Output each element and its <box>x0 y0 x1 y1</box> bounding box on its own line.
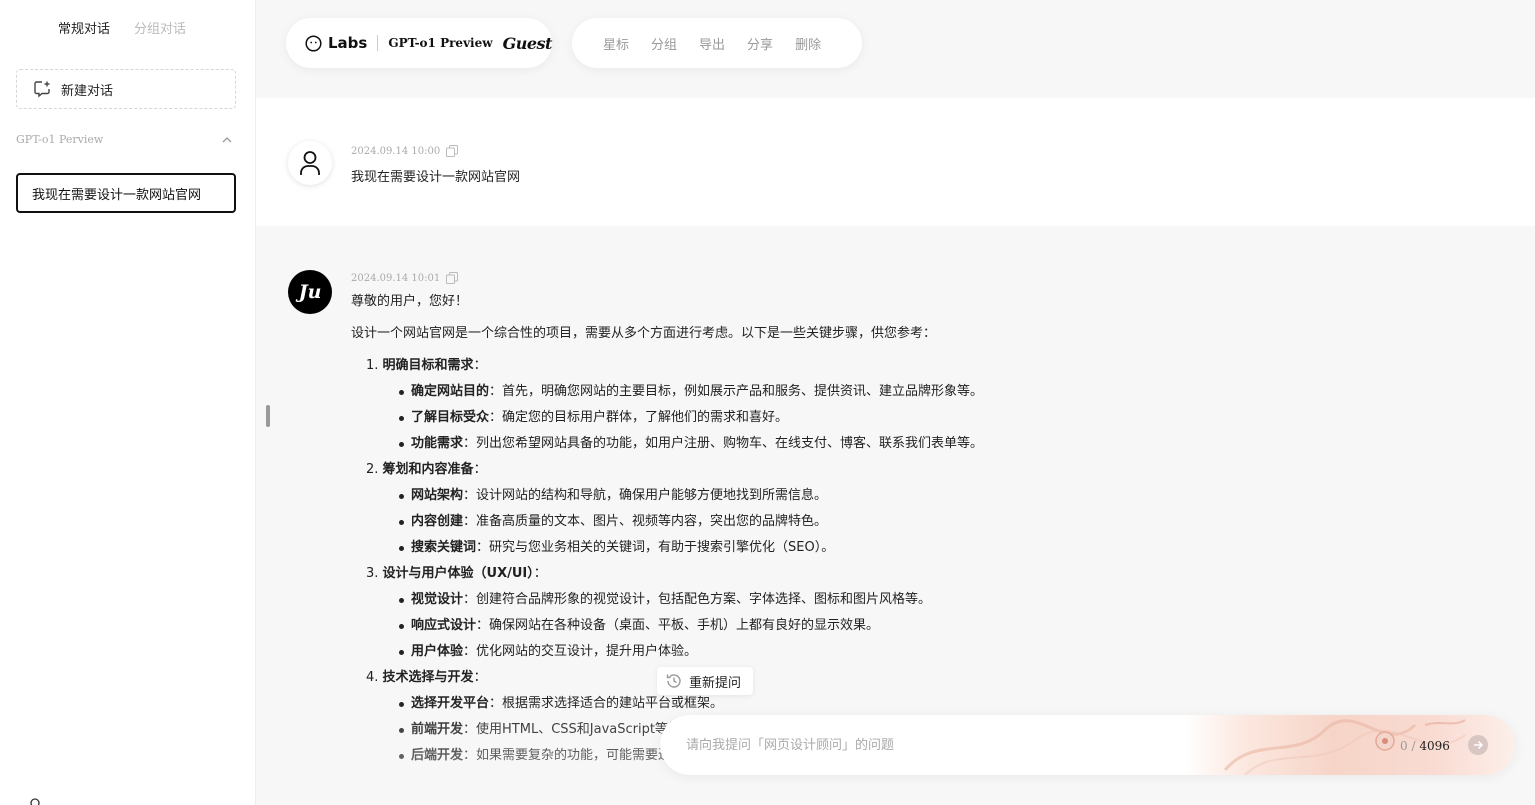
section-3: 3. 设计与用户体验（UX/UI）： 视觉设计：创建符合品牌形象的视觉设计，包括… <box>351 564 1251 662</box>
list-item: 选择开发平台：根据需求选择适合的建站平台或框架。 <box>399 694 1251 714</box>
share-button[interactable]: 分享 <box>747 34 773 53</box>
list-item: 内容创建：准备高质量的文本、图片、视频等内容，突出您的品牌特色。 <box>399 512 1251 532</box>
new-chat-button[interactable]: 新建对话 <box>16 69 236 109</box>
user-name[interactable]: Guest <box>503 34 553 53</box>
history-icon <box>666 674 681 688</box>
list-item: 搜索关键词：研究与您业务相关的关键词，有助于搜索引擎优化（SEO）。 <box>399 538 1251 558</box>
sidebar: 常规对话 分组对话 新建对话 GPT-o1 Perview 我现在需要设计一款网… <box>0 0 256 805</box>
char-counter: 0 / 4096 <box>1400 739 1450 753</box>
section-title: 3. 设计与用户体验（UX/UI）： <box>366 566 547 581</box>
section-title: 4. 技术选择与开发： <box>366 670 487 685</box>
chevron-up-icon[interactable] <box>222 136 232 143</box>
user-message-text: 我现在需要设计一款网站官网 <box>351 170 521 185</box>
list-item: 响应式设计：确保网站在各种设备（桌面、平板、手机）上都有良好的显示效果。 <box>399 616 1251 636</box>
brand-divider <box>377 35 379 51</box>
actions-toolbar: 星标 分组 导出 分享 删除 <box>572 18 862 68</box>
star-button[interactable]: 星标 <box>603 34 629 53</box>
user-message-meta: 2024.09.14 10:00 <box>351 145 459 157</box>
copy-icon[interactable] <box>446 272 459 284</box>
list-item: 视觉设计：创建符合品牌形象的视觉设计，包括配色方案、字体选择、图标和图片风格等。 <box>399 590 1251 610</box>
brand-name: Labs <box>328 34 368 52</box>
send-button[interactable] <box>1468 735 1488 755</box>
group-label: GPT-o1 Perview <box>16 133 104 146</box>
conversation-title: 我现在需要设计一款网站官网 <box>32 187 202 203</box>
reask-button[interactable]: 重新提问 <box>657 667 753 695</box>
new-chat-icon <box>34 81 50 98</box>
tab-group-chat[interactable]: 分组对话 <box>134 18 186 37</box>
bot-message-meta: 2024.09.14 10:01 <box>351 272 459 284</box>
bot-message-timestamp: 2024.09.14 10:01 <box>351 272 441 284</box>
bot-intro: 设计一个网站官网是一个综合性的项目，需要从多个方面进行考虑。以下是一些关键步骤，… <box>351 326 937 341</box>
bot-message-body: 尊敬的用户，您好！ 设计一个网站官网是一个综合性的项目，需要从多个方面进行考虑。… <box>351 292 1251 772</box>
model-name[interactable]: GPT-o1 Preview <box>388 36 492 50</box>
chat-input[interactable] <box>686 733 1186 757</box>
bot-avatar: Ju <box>288 270 332 314</box>
list-item: 确定网站目的：首先，明确您网站的主要目标，例如展示产品和服务、提供资讯、建立品牌… <box>399 382 1251 402</box>
section-title: 1. 明确目标和需求： <box>366 358 487 373</box>
group-button[interactable]: 分组 <box>651 34 677 53</box>
new-chat-label: 新建对话 <box>61 83 114 99</box>
section-2: 2. 筹划和内容准备： 网站架构：设计网站的结构和导航，确保用户能够方便地找到所… <box>351 460 1251 558</box>
brand-pill: Labs GPT-o1 Preview Guest <box>286 18 552 68</box>
char-count-current: 0 <box>1400 739 1408 753</box>
user-icon[interactable] <box>28 797 42 805</box>
group-header[interactable]: GPT-o1 Perview <box>16 133 236 146</box>
sidebar-resize-handle[interactable] <box>266 405 270 427</box>
user-avatar <box>288 141 332 185</box>
decorative-dragon-icon <box>1223 719 1466 775</box>
conversation-item[interactable]: 我现在需要设计一款网站官网 <box>16 173 236 213</box>
export-button[interactable]: 导出 <box>699 34 725 53</box>
reask-label: 重新提问 <box>689 675 742 691</box>
tab-regular-chat[interactable]: 常规对话 <box>58 18 110 37</box>
chat-input-box: 0 / 4096 <box>660 715 1515 775</box>
delete-button[interactable]: 删除 <box>795 34 821 53</box>
section-1: 1. 明确目标和需求： 确定网站目的：首先，明确您网站的主要目标，例如展示产品和… <box>351 356 1251 454</box>
bot-greeting: 尊敬的用户，您好！ <box>351 294 469 309</box>
sidebar-tabs: 常规对话 分组对话 <box>58 18 186 37</box>
list-item: 了解目标受众：确定您的目标用户群体，了解他们的需求和喜好。 <box>399 408 1251 428</box>
user-message-timestamp: 2024.09.14 10:00 <box>351 145 441 157</box>
copy-icon[interactable] <box>446 145 459 157</box>
bot-avatar-label: Ju <box>298 281 322 303</box>
user-message: 2024.09.14 10:00 我现在需要设计一款网站官网 <box>256 98 1535 226</box>
decorative-banner <box>1185 715 1515 775</box>
smiley-logo-icon <box>305 34 322 52</box>
char-count-max: 4096 <box>1419 739 1450 753</box>
user-avatar-icon <box>300 151 320 175</box>
arrow-right-icon <box>1474 740 1483 750</box>
list-item: 网站架构：设计网站的结构和导航，确保用户能够方便地找到所需信息。 <box>399 486 1251 506</box>
list-item: 功能需求：列出您希望网站具备的功能，如用户注册、购物车、在线支付、博客、联系我们… <box>399 434 1251 454</box>
section-title: 2. 筹划和内容准备： <box>366 462 487 477</box>
list-item: 用户体验：优化网站的交互设计，提升用户体验。 <box>399 642 1251 662</box>
